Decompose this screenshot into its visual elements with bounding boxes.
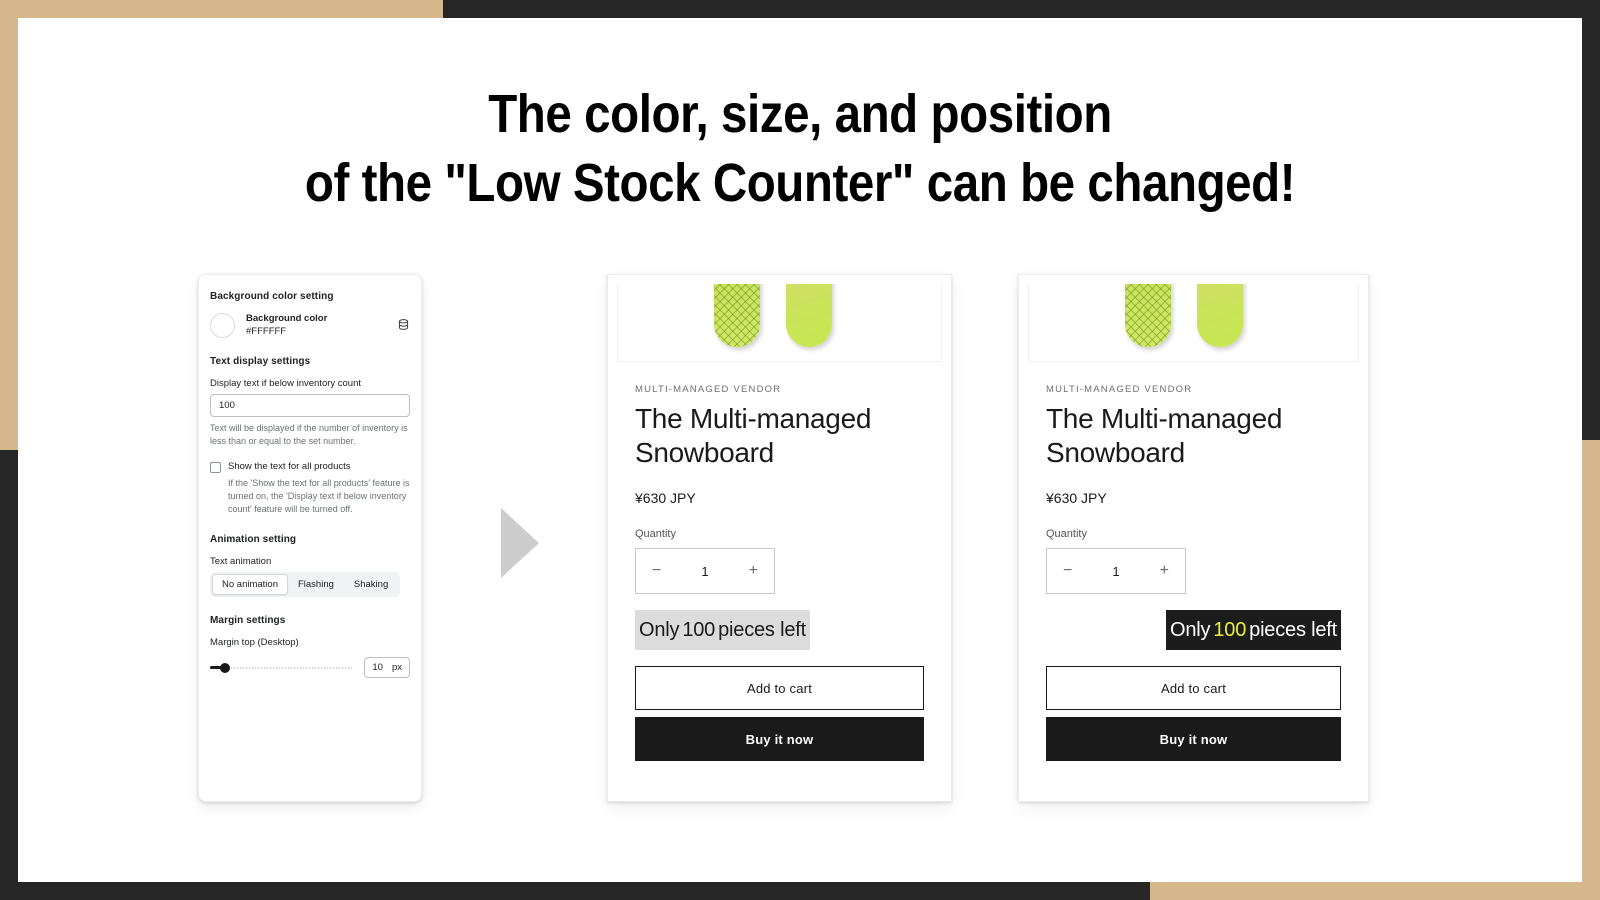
- frame-top-dark: [443, 0, 1600, 18]
- low-stock-prefix: Only: [1170, 618, 1211, 641]
- frame-top-tan: [0, 0, 443, 18]
- quantity-stepper[interactable]: − 1 +: [635, 548, 775, 595]
- low-stock-counter-wrap-before: Only 100 pieces left: [635, 610, 924, 651]
- frame-right-tan: [1582, 440, 1600, 900]
- page-title: The color, size, and position of the "Lo…: [112, 80, 1488, 218]
- animation-setting-heading: Animation setting: [210, 534, 297, 546]
- product-gallery-after[interactable]: [1028, 284, 1359, 362]
- margin-top-unit: px: [391, 662, 402, 674]
- inventory-count-help: Text will be displayed if the number of …: [210, 423, 408, 447]
- slider-knob[interactable]: [220, 662, 230, 673]
- product-price: ¥630 JPY: [635, 490, 696, 507]
- product-card-before: MULTI-MANAGED VENDOR The Multi-managed S…: [607, 274, 952, 802]
- snowboard-image-plain: [1197, 284, 1243, 347]
- snowboard-image-patterned: [1125, 284, 1171, 347]
- color-swatch[interactable]: [210, 313, 235, 338]
- frame-left-dark: [0, 450, 18, 900]
- quantity-value[interactable]: 1: [1112, 564, 1119, 579]
- color-hex-value: #FFFFFF: [246, 325, 287, 337]
- low-stock-suffix: pieces left: [1249, 618, 1337, 641]
- margin-top-slider[interactable]: [210, 662, 353, 674]
- low-stock-counter-wrap-after: Only 100 pieces left: [1046, 610, 1341, 651]
- quantity-label: Quantity: [1046, 528, 1087, 541]
- margin-top-label: Margin top (Desktop): [210, 637, 299, 649]
- frame-right-dark: [1582, 0, 1600, 440]
- product-title: The Multi-managed Snowboard: [635, 403, 872, 469]
- quantity-increase-button[interactable]: +: [749, 563, 758, 579]
- show-all-products-help: If the 'Show the text for all products' …: [228, 478, 410, 515]
- product-info-before: MULTI-MANAGED VENDOR The Multi-managed S…: [608, 362, 951, 651]
- product-price: ¥630 JPY: [1046, 490, 1107, 507]
- database-icon[interactable]: [397, 318, 410, 334]
- product-vendor: MULTI-MANAGED VENDOR: [1046, 384, 1193, 395]
- segment-shaking[interactable]: Shaking: [344, 574, 398, 595]
- low-stock-counter-badge: Only 100 pieces left: [635, 610, 810, 651]
- product-card-after: MULTI-MANAGED VENDOR The Multi-managed S…: [1018, 274, 1369, 802]
- quantity-increase-button[interactable]: +: [1160, 563, 1169, 579]
- frame-bottom-dark: [0, 882, 1150, 900]
- product-info-after: MULTI-MANAGED VENDOR The Multi-managed S…: [1019, 362, 1368, 651]
- add-to-cart-button[interactable]: Add to cart: [1046, 666, 1341, 711]
- frame-bottom-tan: [1150, 882, 1600, 900]
- product-actions-before: Add to cart Buy it now: [608, 666, 951, 762]
- quantity-decrease-button[interactable]: −: [652, 563, 661, 579]
- page-title-line-2: of the "Low Stock Counter" can be change…: [304, 153, 1296, 214]
- quantity-decrease-button[interactable]: −: [1063, 563, 1072, 579]
- margin-top-control: 10 px: [210, 657, 410, 679]
- snowboard-image-patterned: [714, 284, 760, 347]
- buy-it-now-button[interactable]: Buy it now: [1046, 717, 1341, 762]
- quantity-stepper[interactable]: − 1 +: [1046, 548, 1186, 595]
- background-color-row[interactable]: Background color #FFFFFF: [210, 313, 410, 338]
- text-animation-label: Text animation: [210, 556, 272, 568]
- page-title-line-1: The color, size, and position: [488, 84, 1112, 144]
- show-all-products-row[interactable]: Show the text for all products: [210, 461, 410, 474]
- segment-flashing[interactable]: Flashing: [288, 574, 344, 595]
- show-all-products-label: Show the text for all products: [228, 461, 351, 473]
- background-color-setting-heading: Background color setting: [210, 291, 334, 302]
- product-actions-after: Add to cart Buy it now: [1019, 666, 1368, 762]
- color-meta: Background color #FFFFFF: [246, 313, 386, 338]
- product-title: The Multi-managed Snowboard: [1046, 403, 1283, 469]
- margin-top-value-box[interactable]: 10 px: [364, 657, 410, 679]
- low-stock-suffix: pieces left: [718, 618, 806, 641]
- margin-top-value: 10: [372, 662, 383, 674]
- inventory-count-input[interactable]: 100: [210, 394, 410, 417]
- content-stage: The color, size, and position of the "Lo…: [18, 18, 1582, 882]
- settings-panel: Background color setting Background colo…: [198, 274, 422, 802]
- flow-arrow-icon: [501, 508, 539, 578]
- product-gallery-before[interactable]: [617, 284, 942, 362]
- product-vendor: MULTI-MANAGED VENDOR: [635, 384, 782, 395]
- quantity-value[interactable]: 1: [701, 564, 708, 579]
- add-to-cart-button[interactable]: Add to cart: [635, 666, 924, 711]
- margin-settings-heading: Margin settings: [210, 615, 286, 627]
- low-stock-prefix: Only: [639, 618, 680, 641]
- buy-it-now-button[interactable]: Buy it now: [635, 717, 924, 762]
- text-display-settings-heading: Text display settings: [210, 356, 311, 367]
- frame-left-tan: [0, 0, 18, 450]
- show-all-products-checkbox[interactable]: [210, 462, 221, 474]
- segment-no-animation[interactable]: No animation: [212, 574, 288, 596]
- low-stock-count: 100: [682, 618, 716, 641]
- snowboard-image-plain: [786, 284, 832, 347]
- low-stock-counter-badge: Only 100 pieces left: [1166, 610, 1341, 651]
- text-animation-segmented-control: No animation Flashing Shaking: [210, 572, 401, 598]
- quantity-label: Quantity: [635, 528, 676, 541]
- slider-track-dots: [210, 666, 353, 669]
- low-stock-count: 100: [1213, 618, 1247, 641]
- inventory-count-label: Display text if below inventory count: [210, 378, 362, 389]
- color-name-label: Background color: [246, 313, 328, 325]
